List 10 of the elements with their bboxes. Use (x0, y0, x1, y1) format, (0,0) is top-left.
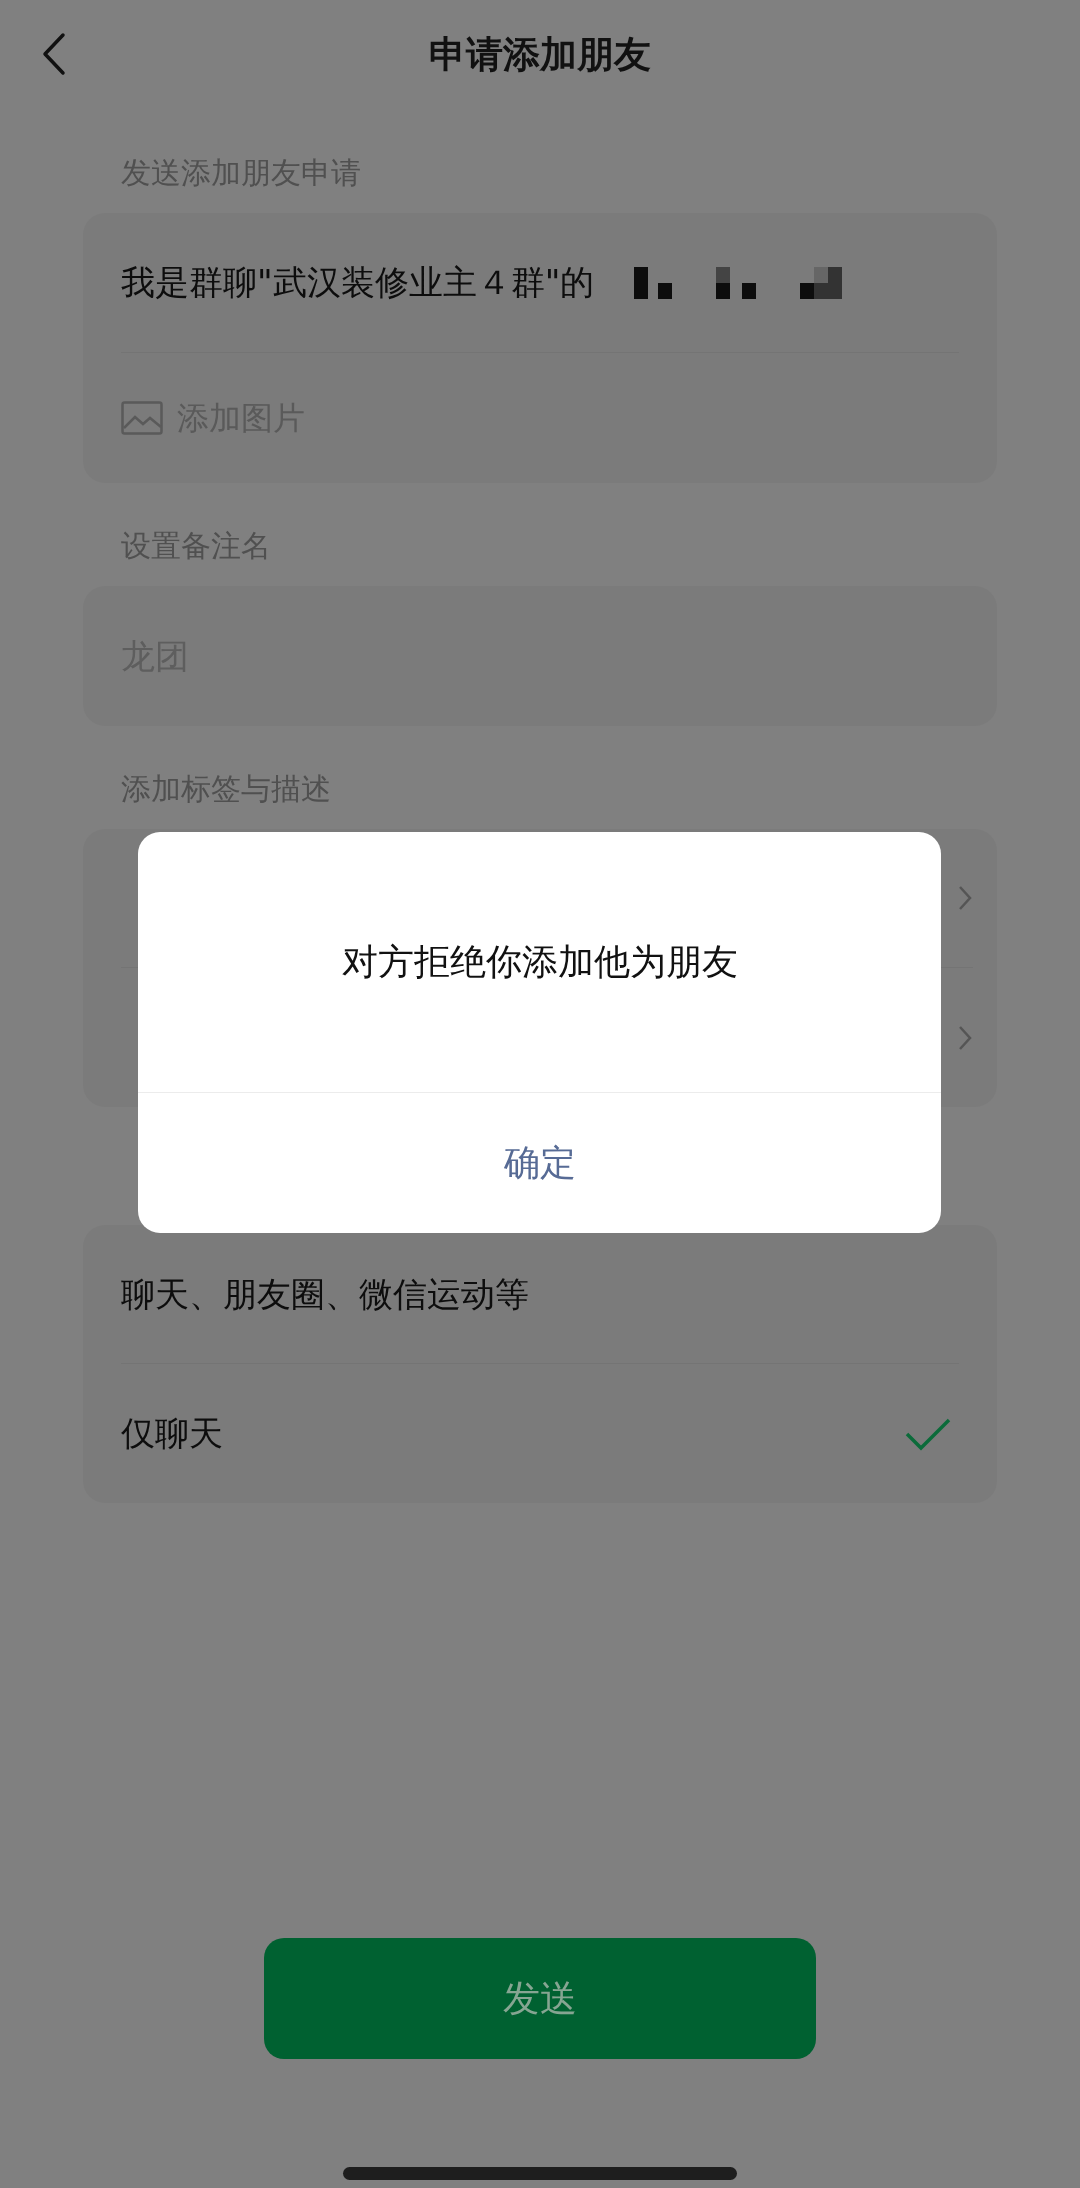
permission-option[interactable]: 仅聊天 (121, 1364, 959, 1503)
send-button[interactable]: 发送 (264, 1938, 816, 2059)
chevron-icon (957, 884, 973, 912)
checkmark-icon (905, 1416, 951, 1451)
message-field[interactable]: 我是群聊"武汉装修业主４群"的 (121, 257, 595, 308)
home-indicator[interactable] (343, 2167, 737, 2180)
image-icon[interactable] (121, 401, 163, 435)
dialog-message: 对方拒绝你添加他为朋友 (341, 940, 738, 984)
page-title: 申请添加朋友 (429, 32, 651, 79)
confirm-button[interactable]: 确定 (487, 1136, 592, 1190)
